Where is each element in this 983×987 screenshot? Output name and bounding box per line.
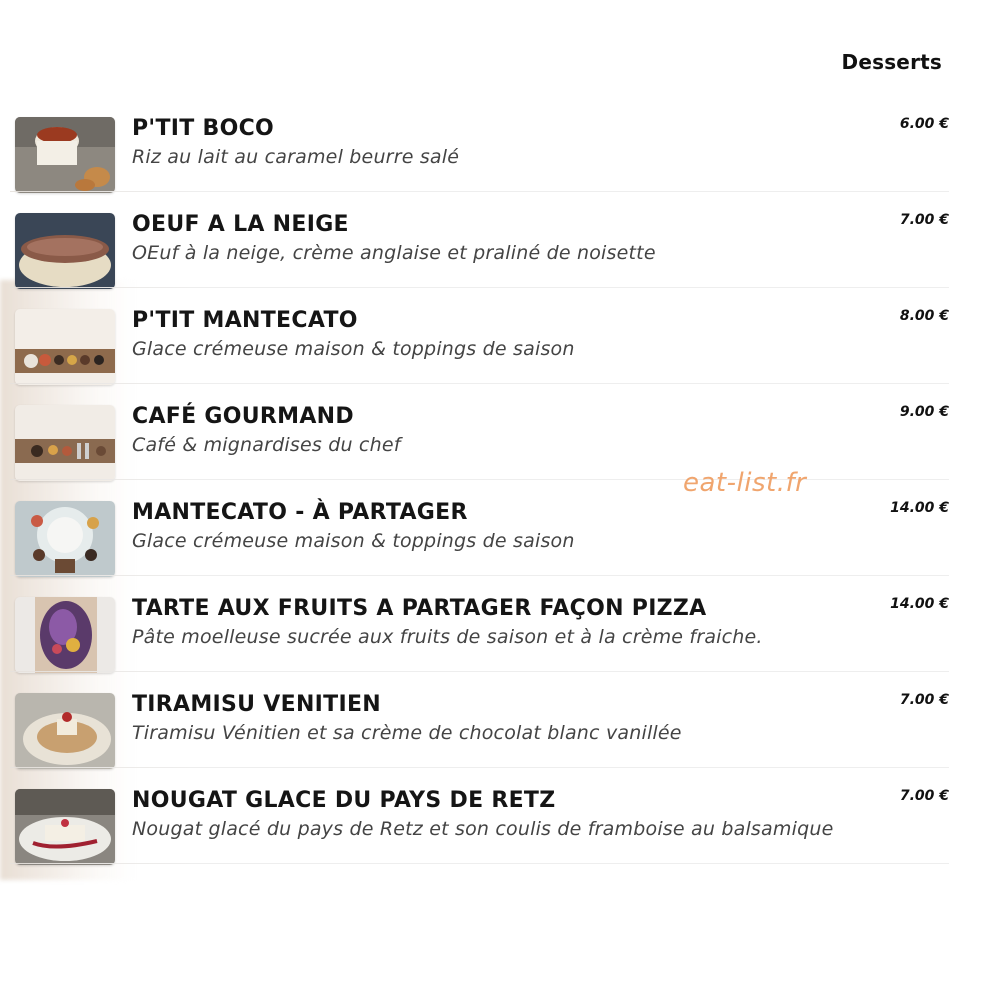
divider [10,863,949,864]
dessert-menu-list: P'TIT BOCO Riz au lait au caramel beurre… [0,96,983,865]
dish-description: Glace crémeuse maison & toppings de sais… [132,530,575,552]
dish-price: 8.00 € [899,308,949,324]
menu-item[interactable]: TIRAMISU VENITIEN Tiramisu Vénitien et s… [0,672,983,769]
dish-price: 7.00 € [899,212,949,228]
dish-photo-oeuf-a-la-neige[interactable] [15,213,115,289]
dish-description: Café & mignardises du chef [132,434,401,456]
dish-description: Tiramisu Vénitien et sa crème de chocola… [132,722,682,744]
dish-description: Glace crémeuse maison & toppings de sais… [132,338,575,360]
dish-description: Pâte moelleuse sucrée aux fruits de sais… [132,626,763,648]
dish-photo-tiramisu-venitien[interactable] [15,693,115,769]
dish-name: TARTE AUX FRUITS A PARTAGER FAÇON PIZZA [132,596,707,621]
dish-name: MANTECATO - À PARTAGER [132,500,468,525]
dish-photo-nougat-glace[interactable] [15,789,115,865]
dish-name: P'TIT BOCO [132,116,275,141]
dish-price: 6.00 € [899,116,949,132]
dish-price: 9.00 € [899,404,949,420]
menu-item[interactable]: MANTECATO - À PARTAGER Glace crémeuse ma… [0,480,983,577]
dish-description: Riz au lait au caramel beurre salé [132,146,460,168]
dish-price: 7.00 € [899,788,949,804]
dish-price: 14.00 € [890,596,949,612]
dish-description: Nougat glacé du pays de Retz et son coul… [132,818,834,840]
menu-item[interactable]: OEUF A LA NEIGE OEuf à la neige, crème a… [0,192,983,289]
dish-name: CAFÉ GOURMAND [132,404,354,429]
dish-photo-cafe-gourmand[interactable] [15,405,115,481]
section-title: Desserts [841,50,942,74]
dish-price: 7.00 € [899,692,949,708]
dish-name: NOUGAT GLACE DU PAYS DE RETZ [132,788,556,813]
dish-description: OEuf à la neige, crème anglaise et prali… [132,242,656,264]
menu-item[interactable]: NOUGAT GLACE DU PAYS DE RETZ Nougat glac… [0,768,983,865]
dish-photo-ptit-mantecato[interactable] [15,309,115,385]
dish-photo-mantecato-a-partager[interactable] [15,501,115,577]
menu-item[interactable]: P'TIT MANTECATO Glace crémeuse maison & … [0,288,983,385]
menu-item[interactable]: CAFÉ GOURMAND Café & mignardises du chef… [0,384,983,481]
watermark-text: eat-list.fr [683,468,807,498]
dish-photo-tarte-aux-fruits[interactable] [15,597,115,673]
dish-name: P'TIT MANTECATO [132,308,358,333]
dish-price: 14.00 € [890,500,949,516]
dish-name: OEUF A LA NEIGE [132,212,349,237]
menu-item[interactable]: P'TIT BOCO Riz au lait au caramel beurre… [0,96,983,193]
dish-name: TIRAMISU VENITIEN [132,692,381,717]
menu-item[interactable]: TARTE AUX FRUITS A PARTAGER FAÇON PIZZA … [0,576,983,673]
dish-photo-ptit-boco[interactable] [15,117,115,193]
